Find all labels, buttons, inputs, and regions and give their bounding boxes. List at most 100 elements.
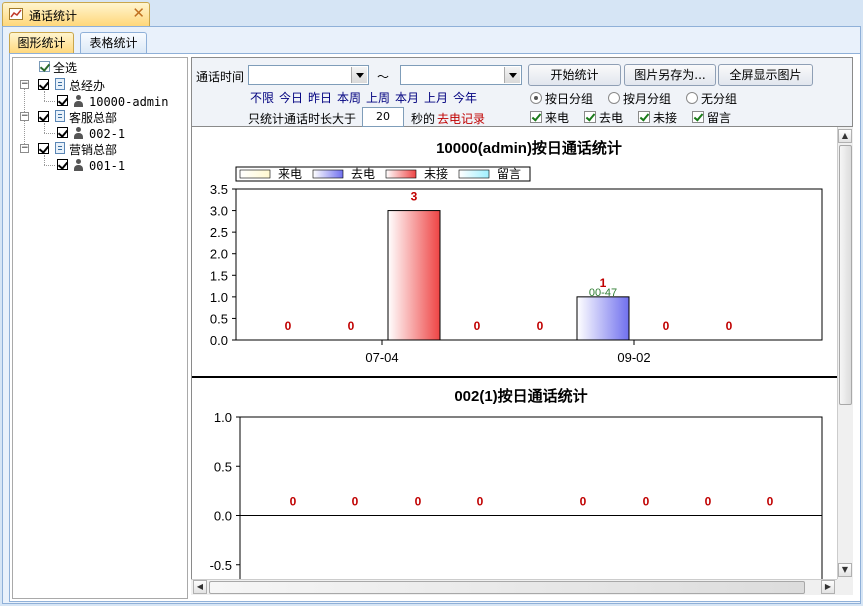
- scroll-right-icon[interactable]: ▶: [821, 580, 835, 594]
- chart-title: 002(1)按日通话统计: [454, 387, 587, 405]
- range-link-this-month[interactable]: 本月: [395, 89, 419, 106]
- group-label: 客服总部: [69, 111, 118, 125]
- y-tick-label: 0.5: [210, 311, 228, 326]
- y-tick-label: -0.5: [210, 558, 232, 573]
- bar-annotation: 00-47: [589, 287, 617, 299]
- start-date-select[interactable]: [248, 65, 369, 85]
- user-icon: [74, 95, 83, 107]
- legend-label: 去电: [351, 167, 375, 181]
- call-time-label: 通话时间: [196, 70, 245, 84]
- vertical-scroll-thumb[interactable]: [839, 145, 852, 405]
- window-tab[interactable]: 通话统计 ✕: [2, 2, 150, 26]
- bar-value-label: 0: [285, 319, 292, 333]
- chart-icon: [9, 8, 23, 20]
- end-date-select[interactable]: [400, 65, 522, 85]
- duration-suffix: 秒的: [411, 112, 436, 126]
- y-tick-label: 3.5: [210, 182, 228, 197]
- horizontal-scroll-thumb[interactable]: [209, 581, 805, 594]
- legend-swatch: [385, 169, 417, 179]
- group-by-day-radio[interactable]: [530, 92, 542, 104]
- user-icon: [74, 159, 83, 171]
- y-tick-label: 2.5: [210, 225, 228, 240]
- member-label: 002-1: [89, 127, 126, 141]
- group-checkbox-kefu[interactable]: [38, 111, 49, 122]
- y-tick-label: 3.0: [210, 204, 228, 219]
- chevron-down-icon[interactable]: [351, 67, 367, 83]
- window-title: 通话统计: [29, 9, 78, 23]
- bar-value-label: 0: [477, 495, 484, 509]
- bar-value-label: 0: [767, 495, 774, 509]
- bar: [387, 210, 441, 341]
- scroll-up-icon[interactable]: ▲: [838, 129, 852, 143]
- filter-missed-label: 未接: [653, 111, 678, 125]
- filter-outgoing-checkbox[interactable]: [584, 111, 596, 123]
- legend-label: 未接: [424, 166, 448, 181]
- y-tick-label: 0.0: [210, 333, 228, 348]
- filter-incoming-checkbox[interactable]: [530, 111, 542, 123]
- save-image-button[interactable]: 图片另存为...: [624, 64, 716, 86]
- filter-missed-checkbox[interactable]: [638, 111, 650, 123]
- legend-swatch: [239, 169, 271, 179]
- duration-highlight: 去电记录: [437, 112, 486, 126]
- bar-value-label: 0: [705, 495, 712, 509]
- range-link-last-week[interactable]: 上周: [366, 89, 390, 106]
- scroll-down-icon[interactable]: ▼: [838, 563, 852, 577]
- member-checkbox-002-1[interactable]: [57, 127, 68, 138]
- y-tick-label: 1.5: [210, 268, 228, 283]
- member-label: 001-1: [89, 159, 126, 173]
- duration-prefix: 只统计通话时长大于: [248, 112, 357, 126]
- y-tick-label: 1.0: [214, 410, 232, 425]
- filter-voicemail-checkbox[interactable]: [692, 111, 704, 123]
- group-checkbox-yingxiao[interactable]: [38, 143, 49, 154]
- chart-title: 10000(admin)按日通话统计: [436, 139, 622, 157]
- range-link-last-month[interactable]: 上月: [424, 89, 448, 106]
- bar-value-label: 0: [643, 495, 650, 509]
- horizontal-scrollbar[interactable]: ◀ ▶: [191, 579, 837, 595]
- group-label: 总经办: [69, 79, 106, 93]
- chart-admin-daily: 10000(admin)按日通话统计来电 去电 未接 留言 3.5 3.0 2.5 2.0 1.…: [210, 139, 823, 365]
- no-grouping-label: 无分组: [701, 92, 738, 106]
- group-by-day-label: 按日分组: [545, 92, 594, 106]
- collapse-icon[interactable]: −: [20, 144, 29, 153]
- chart-area: 10000(admin)按日通话统计 来电 去电 未接 留言 3.5 3.0 2.5 2.0 1.…: [191, 127, 837, 579]
- select-all-checkbox[interactable]: [39, 61, 50, 72]
- bar-value-label: 0: [726, 319, 733, 333]
- plot-frame: [235, 188, 823, 341]
- legend-label: 来电: [278, 167, 302, 181]
- bar-value-label: 0: [474, 319, 481, 333]
- range-link-yesterday[interactable]: 昨日: [308, 89, 332, 106]
- plot-frame: [239, 416, 823, 579]
- scroll-left-icon[interactable]: ◀: [193, 580, 207, 594]
- start-stats-button[interactable]: 开始统计: [528, 64, 621, 86]
- range-link-this-week[interactable]: 本周: [337, 89, 361, 106]
- group-checkbox-zongjingban[interactable]: [38, 79, 49, 90]
- collapse-icon[interactable]: −: [20, 80, 29, 89]
- fullscreen-button[interactable]: 全屏显示图片: [718, 64, 813, 86]
- filter-voicemail-label: 留言: [707, 111, 732, 125]
- member-tree: 全选 − 总经办 10000-admin − 客服总部 002-1 − 营销总部…: [12, 57, 188, 599]
- duration-input[interactable]: 20: [362, 107, 404, 127]
- member-checkbox-10000-admin[interactable]: [57, 95, 68, 106]
- collapse-icon[interactable]: −: [20, 112, 29, 121]
- chevron-down-icon[interactable]: [504, 67, 520, 83]
- range-link-all[interactable]: 不限: [250, 89, 274, 106]
- range-link-this-year[interactable]: 今年: [453, 89, 477, 106]
- group-by-month-label: 按月分组: [623, 92, 672, 106]
- no-grouping-radio[interactable]: [686, 92, 698, 104]
- range-separator: ～: [377, 70, 390, 84]
- range-link-today[interactable]: 今日: [279, 89, 303, 106]
- tab-table-stats[interactable]: 表格统计: [80, 32, 147, 54]
- department-icon: [55, 78, 65, 90]
- tab-graph-stats[interactable]: 图形统计: [9, 32, 74, 54]
- scroll-corner: [837, 579, 853, 595]
- bar-value-label: 0: [352, 495, 359, 509]
- bar-value-label: 0: [580, 495, 587, 509]
- group-by-month-radio[interactable]: [608, 92, 620, 104]
- vertical-scrollbar[interactable]: ▲ ▼: [837, 127, 853, 579]
- chart-002-daily: 002(1)按日通话统计 1.0 0.5 0.0 -0.5 0 0 0 0 0 0 0 0: [210, 387, 823, 579]
- legend-label: 留言: [497, 167, 521, 181]
- department-icon: [55, 142, 65, 154]
- member-checkbox-001-1[interactable]: [57, 159, 68, 170]
- close-icon[interactable]: ✕: [132, 4, 145, 22]
- y-tick-label: 0.5: [214, 459, 232, 474]
